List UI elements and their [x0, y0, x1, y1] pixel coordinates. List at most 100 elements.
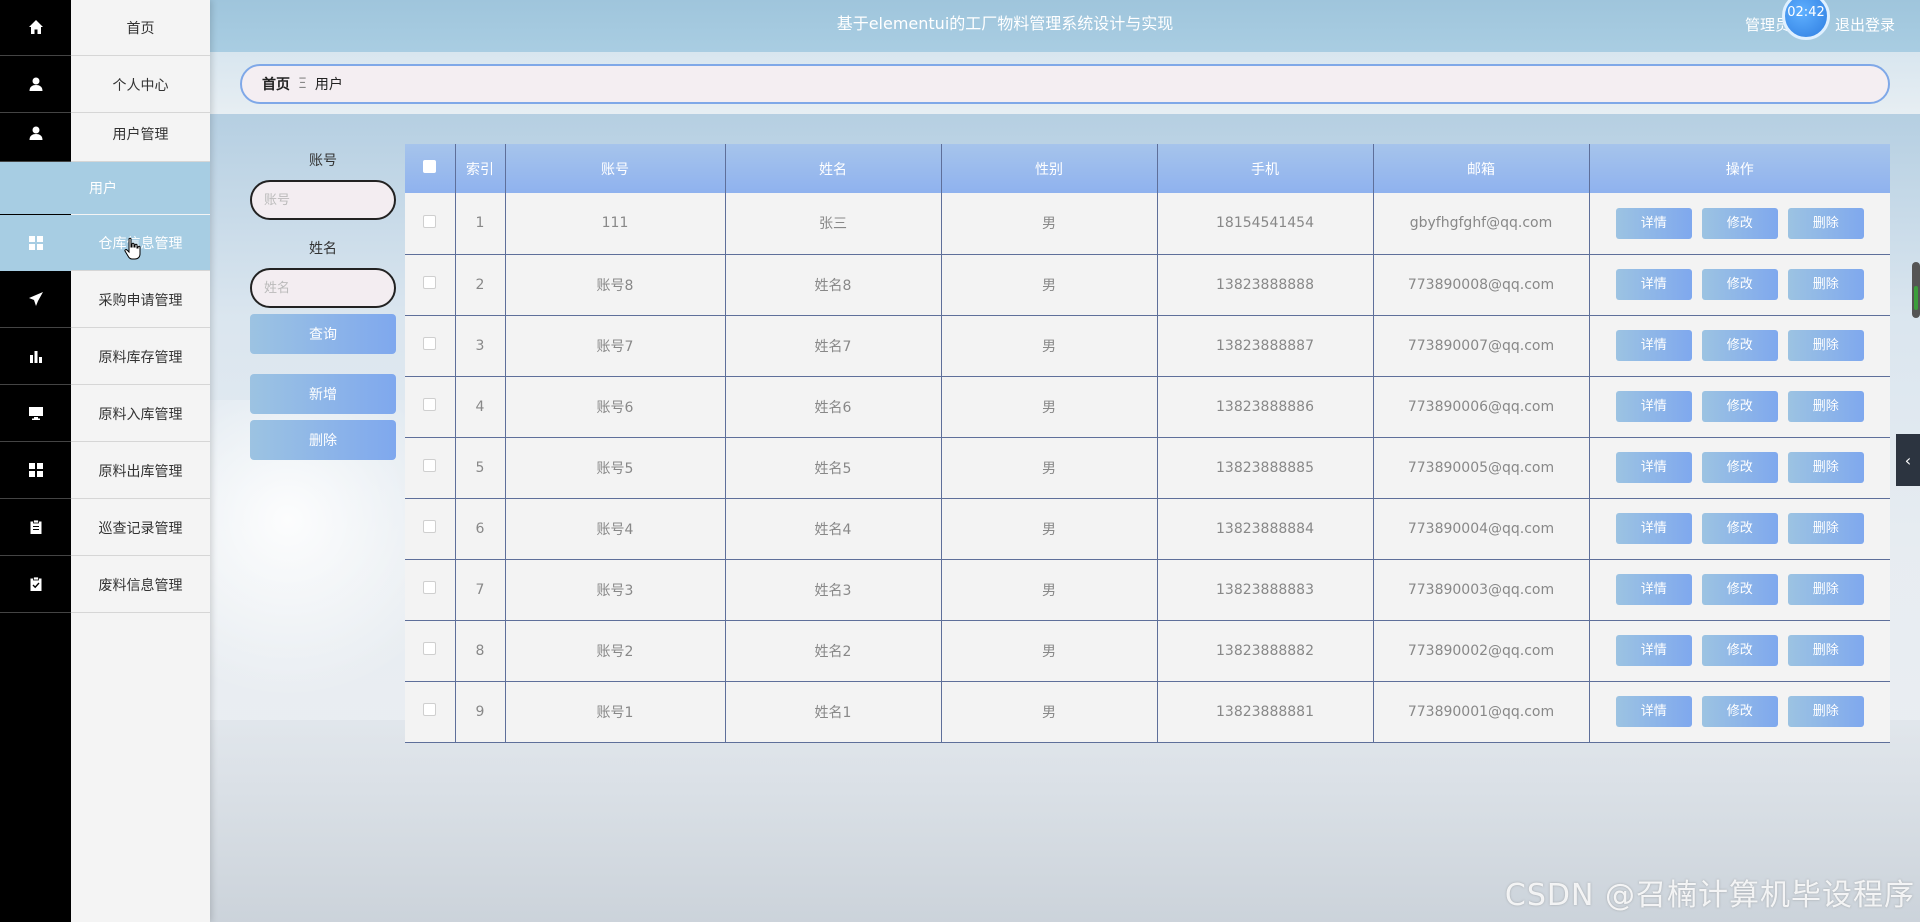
cell-account: 账号1 [505, 681, 726, 743]
detail-button[interactable]: 详情 [1615, 513, 1692, 544]
detail-button[interactable]: 详情 [1615, 269, 1692, 300]
column-header-gender: 性别 [941, 144, 1158, 193]
select-all-checkbox[interactable] [423, 160, 437, 173]
name-input[interactable] [250, 268, 396, 308]
edit-button[interactable]: 修改 [1701, 696, 1778, 727]
row-checkbox[interactable] [423, 459, 437, 472]
edit-button[interactable]: 修改 [1701, 513, 1778, 544]
row-select-cell[interactable] [405, 620, 456, 682]
delete-selected-button[interactable]: 删除 [250, 420, 396, 460]
sidebar-item-user-management[interactable]: 用户管理 [0, 106, 210, 162]
table-row: 3 账号7 姓名7 男 13823888887 773890007@qq.com 详情 修改删… [405, 315, 1890, 377]
delete-button[interactable]: 删除 [1787, 207, 1864, 239]
sidebar-item-home[interactable]: 首页 [0, 0, 210, 56]
select-all-cell[interactable] [405, 144, 456, 193]
edit-button[interactable]: 修改 [1701, 207, 1778, 239]
add-button[interactable]: 新增 [250, 374, 396, 414]
breadcrumb-separator: Ξ [298, 76, 307, 92]
row-select-cell[interactable] [405, 315, 456, 377]
sidebar-item-label: 采购申请管理 [98, 292, 183, 309]
sidebar-item-inspection[interactable]: 巡查记录管理 [0, 500, 210, 556]
delete-button[interactable]: 删除 [1787, 391, 1864, 422]
cell-index: 5 [455, 437, 506, 499]
row-select-cell[interactable] [405, 376, 456, 438]
submenu-item-user[interactable]: 用户 [0, 162, 210, 214]
user-icon [0, 57, 71, 113]
row-checkbox[interactable] [423, 398, 437, 411]
sidebar-item-label: 巡查记录管理 [98, 520, 183, 537]
delete-button[interactable]: 删除 [1787, 635, 1864, 666]
row-checkbox[interactable] [423, 520, 437, 533]
row-select-cell[interactable] [405, 498, 456, 560]
detail-button[interactable]: 详情 [1615, 391, 1692, 422]
cell-actions: 详情 修改 删除 [1589, 193, 1890, 255]
cell-gender: 男 [941, 498, 1158, 560]
column-header-phone: 手机 [1157, 144, 1374, 193]
account-input[interactable] [250, 180, 396, 220]
row-checkbox[interactable] [423, 276, 437, 289]
cell-gender: 男 [941, 437, 1158, 499]
cell-actions: 详情 修改 删除 [1589, 681, 1890, 743]
row-select-cell[interactable] [405, 254, 456, 316]
detail-button[interactable]: 详情 [1615, 696, 1692, 727]
sidebar-item-warehouse[interactable]: 仓库信息管理 [0, 214, 210, 271]
detail-button[interactable]: 详情 [1615, 207, 1692, 239]
sidebar-item-label: 原料入库管理 [98, 406, 183, 423]
cell-gender: 男 [941, 681, 1158, 743]
edit-button[interactable]: 修改 [1701, 269, 1778, 300]
delete-button[interactable]: 删除 [1787, 513, 1864, 544]
query-button[interactable]: 查询 [250, 314, 396, 354]
detail-button[interactable]: 详情 [1615, 330, 1692, 361]
row-checkbox[interactable] [423, 642, 437, 655]
edit-button[interactable]: 修改 [1701, 574, 1778, 605]
delete-button[interactable]: 删除 [1787, 452, 1864, 483]
row-checkbox[interactable] [423, 703, 437, 716]
cell-phone: 13823888883 [1157, 559, 1374, 621]
grid-icon [0, 214, 71, 271]
column-header-account: 账号 [505, 144, 726, 193]
cell-name: 姓名5 [725, 437, 942, 499]
collapse-panel-tab[interactable]: ‹ [1896, 434, 1920, 486]
breadcrumb-home[interactable]: 首页 [262, 74, 290, 94]
sidebar-item-stock[interactable]: 原料库存管理 [0, 329, 210, 385]
row-checkbox[interactable] [423, 581, 437, 594]
breadcrumb: 首页 Ξ 用户 [240, 64, 1890, 104]
cell-actions: 详情 修改 删除 [1589, 437, 1890, 499]
sidebar: 首页 个人中心 用户管理 用户 仓库信息管理 采购申请管理 原料库存管理 原料入… [0, 0, 210, 922]
table-header-row: 索引 账号 姓名 性别 手机 邮箱 操作 [405, 144, 1890, 193]
row-select-cell[interactable] [405, 437, 456, 499]
page-scrollbar-thumb[interactable] [1912, 262, 1920, 318]
cell-name: 姓名8 [725, 254, 942, 316]
edit-button[interactable]: 修改 [1701, 635, 1778, 666]
cell-phone: 13823888886 [1157, 376, 1374, 438]
detail-button[interactable]: 详情 [1615, 635, 1692, 666]
row-select-cell[interactable] [405, 559, 456, 621]
row-select-cell[interactable] [405, 681, 456, 743]
edit-button[interactable]: 修改 [1701, 391, 1778, 422]
delete-button[interactable]: 删除 [1787, 574, 1864, 605]
cell-index: 4 [455, 376, 506, 438]
sidebar-item-inbound[interactable]: 原料入库管理 [0, 386, 210, 442]
edit-button[interactable]: 修改 [1701, 452, 1778, 483]
home-icon [0, 0, 71, 56]
cell-gender: 男 [941, 559, 1158, 621]
sidebar-item-waste[interactable]: 废料信息管理 [0, 557, 210, 613]
cell-actions: 详情 修改 删除 [1589, 315, 1890, 377]
row-select-cell[interactable] [405, 193, 456, 255]
edit-button[interactable]: 修改 [1701, 330, 1778, 361]
cell-actions: 详情 修改 删除 [1589, 254, 1890, 316]
row-checkbox[interactable] [423, 214, 437, 228]
delete-button[interactable]: 删除 [1787, 330, 1864, 361]
cell-name: 姓名6 [725, 376, 942, 438]
detail-button[interactable]: 详情 [1615, 452, 1692, 483]
sidebar-item-outbound[interactable]: 原料出库管理 [0, 443, 210, 499]
delete-button[interactable]: 删除 [1787, 269, 1864, 300]
sidebar-item-purchase[interactable]: 采购申请管理 [0, 272, 210, 328]
table-row: 7 账号3 姓名3 男 13823888883 773890003@qq.com 详情 修改删… [405, 559, 1890, 621]
sidebar-item-label: 个人中心 [112, 77, 169, 94]
row-checkbox[interactable] [423, 337, 437, 350]
sidebar-item-label: 原料库存管理 [98, 349, 183, 366]
delete-button[interactable]: 删除 [1787, 696, 1864, 727]
logout-link[interactable]: 退出登录 [1835, 14, 1895, 35]
detail-button[interactable]: 详情 [1615, 574, 1692, 605]
